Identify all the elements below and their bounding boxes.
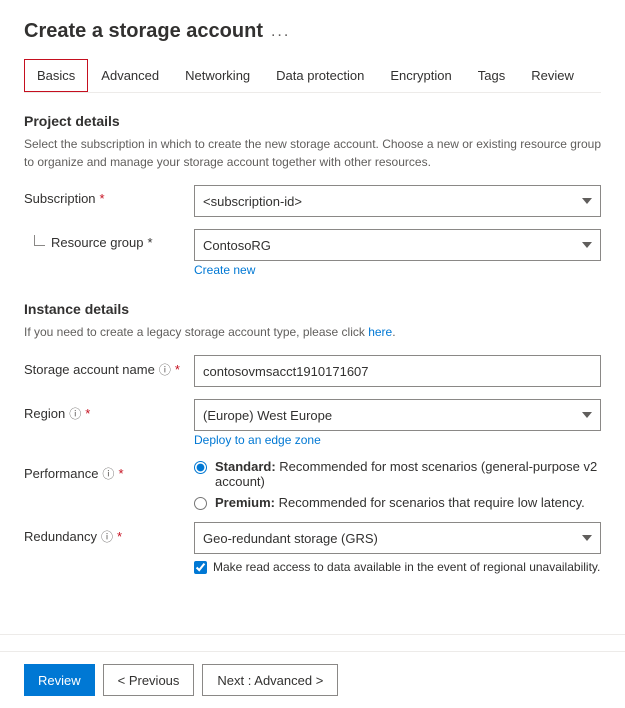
tab-basics[interactable]: Basics <box>24 59 88 92</box>
subscription-select[interactable]: <subscription-id> <box>194 185 601 217</box>
resource-group-row: Resource group * ContosoRG Create new <box>24 229 601 277</box>
tab-data-protection[interactable]: Data protection <box>263 59 377 92</box>
performance-premium-label: Premium: Recommended for scenarios that … <box>215 495 585 510</box>
storage-name-control <box>194 355 601 387</box>
tab-advanced[interactable]: Advanced <box>88 59 172 92</box>
performance-premium-option[interactable]: Premium: Recommended for scenarios that … <box>194 495 601 510</box>
resource-group-indent: Resource group * <box>24 229 194 250</box>
subscription-label: Subscription * <box>24 185 194 206</box>
performance-radio-group: Standard: Recommended for most scenarios… <box>194 459 601 510</box>
project-details-description: Select the subscription in which to crea… <box>24 135 601 171</box>
ellipsis-menu-icon[interactable]: ... <box>271 23 290 41</box>
performance-standard-option[interactable]: Standard: Recommended for most scenarios… <box>194 459 601 489</box>
region-select[interactable]: (Europe) West Europe <box>194 399 601 431</box>
instance-details-description: If you need to create a legacy storage a… <box>24 323 601 341</box>
project-details-section: Project details Select the subscription … <box>24 113 601 277</box>
page-title: Create a storage account <box>24 20 263 43</box>
performance-control: Standard: Recommended for most scenarios… <box>194 459 601 510</box>
read-access-label: Make read access to data available in th… <box>213 560 600 574</box>
redundancy-row: Redundancy ⓘ * Geo-redundant storage (GR… <box>24 522 601 574</box>
storage-name-row: Storage account name ⓘ * <box>24 355 601 387</box>
instance-details-section: Instance details If you need to create a… <box>24 301 601 574</box>
redundancy-control: Geo-redundant storage (GRS) Make read ac… <box>194 522 601 574</box>
region-row: Region ⓘ * (Europe) West Europe Deploy t… <box>24 399 601 447</box>
footer-bar: Review < Previous Next : Advanced > <box>0 651 625 708</box>
performance-label: Performance ⓘ * <box>24 459 194 482</box>
deploy-edge-link[interactable]: Deploy to an edge zone <box>194 433 321 447</box>
tab-encryption[interactable]: Encryption <box>377 59 464 92</box>
storage-name-label: Storage account name ⓘ * <box>24 355 194 378</box>
read-access-checkbox[interactable] <box>194 561 207 574</box>
redundancy-info-icon[interactable]: ⓘ <box>101 528 113 545</box>
region-label: Region ⓘ * <box>24 399 194 422</box>
redundancy-label: Redundancy ⓘ * <box>24 522 194 545</box>
redundancy-select[interactable]: Geo-redundant storage (GRS) <box>194 522 601 554</box>
read-access-checkbox-row: Make read access to data available in th… <box>194 560 601 574</box>
region-control: (Europe) West Europe Deploy to an edge z… <box>194 399 601 447</box>
subscription-control: <subscription-id> <box>194 185 601 217</box>
here-link[interactable]: here <box>368 325 392 339</box>
project-details-title: Project details <box>24 113 601 129</box>
next-advanced-button[interactable]: Next : Advanced > <box>202 664 338 696</box>
subscription-required: * <box>100 191 105 206</box>
tab-networking[interactable]: Networking <box>172 59 263 92</box>
resource-group-required: * <box>148 235 153 250</box>
review-button[interactable]: Review <box>24 664 95 696</box>
resource-group-select[interactable]: ContosoRG <box>194 229 601 261</box>
region-info-icon[interactable]: ⓘ <box>69 405 81 422</box>
resource-group-control: ContosoRG Create new <box>194 229 601 277</box>
performance-row: Performance ⓘ * Standard: Recommended fo… <box>24 459 601 510</box>
previous-button[interactable]: < Previous <box>103 664 195 696</box>
create-new-link[interactable]: Create new <box>194 263 255 277</box>
subscription-row: Subscription * <subscription-id> <box>24 185 601 217</box>
performance-premium-radio[interactable] <box>194 497 207 510</box>
instance-details-title: Instance details <box>24 301 601 317</box>
tab-review[interactable]: Review <box>518 59 587 92</box>
resource-group-label: Resource group <box>51 235 144 250</box>
performance-info-icon[interactable]: ⓘ <box>102 465 114 482</box>
performance-standard-label: Standard: Recommended for most scenarios… <box>215 459 601 489</box>
performance-standard-radio[interactable] <box>194 461 207 474</box>
storage-name-input[interactable] <box>194 355 601 387</box>
tabs-navigation: Basics Advanced Networking Data protecti… <box>24 59 601 93</box>
tab-tags[interactable]: Tags <box>465 59 518 92</box>
storage-name-info-icon[interactable]: ⓘ <box>159 361 171 378</box>
